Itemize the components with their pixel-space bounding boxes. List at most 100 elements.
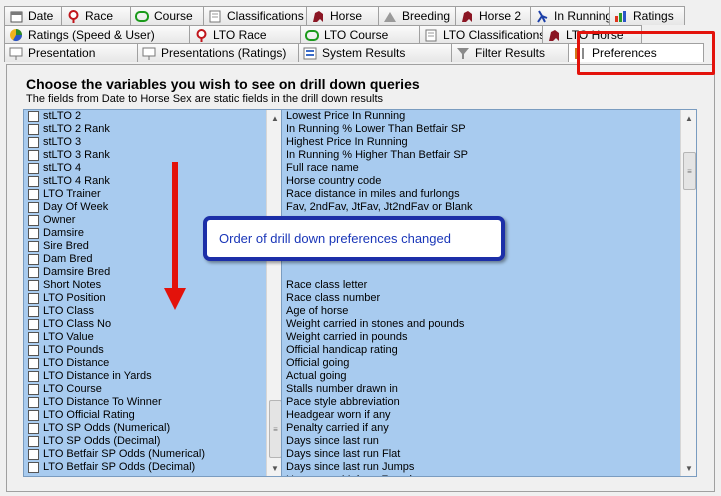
list-item[interactable]: LTO Class No: [24, 318, 282, 331]
scroll-down-icon[interactable]: ▼: [681, 460, 696, 476]
checkbox[interactable]: [28, 462, 39, 473]
tab-presentation[interactable]: Presentation: [4, 43, 138, 62]
checkbox[interactable]: [28, 111, 39, 122]
list-item[interactable]: LTO SP Odds (Numerical): [24, 422, 282, 435]
list-item[interactable]: stLTO 2: [24, 110, 282, 123]
tab-lto-classifications[interactable]: LTO Classifications: [419, 25, 543, 44]
list-item[interactable]: LTO Value: [24, 331, 282, 344]
checkbox[interactable]: [28, 319, 39, 330]
checkbox[interactable]: [28, 449, 39, 460]
list-item[interactable]: LTO Position: [24, 292, 282, 305]
tab-filter-results[interactable]: Filter Results: [451, 43, 569, 62]
left-scrollbar[interactable]: ▲ ≡ ▼: [266, 110, 282, 476]
tab-in-running[interactable]: In Running: [530, 6, 610, 25]
checkbox[interactable]: [28, 436, 39, 447]
list-item[interactable]: In Running % Higher Than Betfair SP: [282, 149, 696, 162]
scroll-up-icon[interactable]: ▲: [681, 110, 696, 126]
list-item[interactable]: stLTO 3: [24, 136, 282, 149]
list-item[interactable]: Actual going: [282, 370, 696, 383]
list-item[interactable]: Lowest Price In Running: [282, 110, 696, 123]
tab-date[interactable]: Date: [4, 6, 62, 25]
checkbox[interactable]: [28, 124, 39, 135]
list-item[interactable]: Fav, 2ndFav, JtFav, Jt2ndFav or Blank: [282, 201, 696, 214]
list-item[interactable]: Damsire Bred: [24, 266, 282, 279]
tab-lto-course[interactable]: LTO Course: [300, 25, 420, 44]
tab-horse[interactable]: Horse: [306, 6, 379, 25]
list-item[interactable]: Race class number: [282, 292, 696, 305]
list-item[interactable]: LTO Class: [24, 305, 282, 318]
list-item[interactable]: LTO SP Odds (Decimal): [24, 435, 282, 448]
list-item[interactable]: Highest Price In Running: [282, 136, 696, 149]
list-item[interactable]: LTO Betfair SP Odds (Numerical): [24, 448, 282, 461]
list-item[interactable]: stLTO 4 Rank: [24, 175, 282, 188]
list-item[interactable]: Penalty carried if any: [282, 422, 696, 435]
tab-presentations-ratings[interactable]: Presentations (Ratings): [137, 43, 299, 62]
checkbox[interactable]: [28, 384, 39, 395]
tab-preferences[interactable]: Preferences: [568, 43, 704, 62]
list-item[interactable]: LTO Betfair SP Odds (Decimal): [24, 461, 282, 474]
checkbox[interactable]: [28, 332, 39, 343]
checkbox[interactable]: [28, 423, 39, 434]
checkbox[interactable]: [28, 176, 39, 187]
checkbox[interactable]: [28, 137, 39, 148]
list-item[interactable]: Days since last run: [282, 435, 696, 448]
list-item[interactable]: Short Notes: [24, 279, 282, 292]
tab-race[interactable]: Race: [61, 6, 131, 25]
list-item[interactable]: Headgear worn if any: [282, 409, 696, 422]
list-item[interactable]: stLTO 2 Rank: [24, 123, 282, 136]
list-item[interactable]: LTO Distance To Winner: [24, 396, 282, 409]
list-item[interactable]: stLTO 4: [24, 162, 282, 175]
list-item[interactable]: Days since last run Flat: [282, 448, 696, 461]
checkbox[interactable]: [28, 163, 39, 174]
checkbox[interactable]: [28, 371, 39, 382]
checkbox[interactable]: [28, 254, 39, 265]
checkbox[interactable]: [28, 358, 39, 369]
list-item[interactable]: LTO Distance: [24, 357, 282, 370]
list-item[interactable]: Age of horse: [282, 305, 696, 318]
tab-lto-race[interactable]: LTO Race: [189, 25, 301, 44]
tab-lto-horse[interactable]: LTO Horse: [542, 25, 642, 44]
list-item[interactable]: LTO Trainer: [24, 188, 282, 201]
tab-ratings[interactable]: Ratings: [609, 6, 685, 25]
list-item[interactable]: stLTO 3 Rank: [24, 149, 282, 162]
list-item[interactable]: Pace style abbreviation: [282, 396, 696, 409]
list-item[interactable]: Horse sex, Male or Female: [282, 474, 696, 476]
list-item[interactable]: In Running % Lower Than Betfair SP: [282, 123, 696, 136]
checkbox[interactable]: [28, 280, 39, 291]
list-item[interactable]: Stalls number drawn in: [282, 383, 696, 396]
right-scrollbar[interactable]: ▲ ≡ ▼: [680, 110, 696, 476]
list-item[interactable]: [282, 266, 696, 279]
checkbox[interactable]: [28, 410, 39, 421]
list-item[interactable]: Race class letter: [282, 279, 696, 292]
list-item[interactable]: Weight carried in pounds: [282, 331, 696, 344]
checkbox[interactable]: [28, 241, 39, 252]
checkbox[interactable]: [28, 267, 39, 278]
tab-course[interactable]: Course: [130, 6, 204, 25]
checkbox[interactable]: [28, 150, 39, 161]
checkbox[interactable]: [28, 397, 39, 408]
list-item[interactable]: Day Of Week: [24, 201, 282, 214]
list-item[interactable]: Horse country code: [282, 175, 696, 188]
list-item[interactable]: Days since last run Jumps: [282, 461, 696, 474]
list-item[interactable]: LTO Distance in Yards: [24, 370, 282, 383]
checkbox[interactable]: [28, 306, 39, 317]
descriptions-list[interactable]: Lowest Price In Running In Running % Lowe…: [281, 109, 697, 477]
tab-classifications[interactable]: Classifications: [203, 6, 307, 25]
list-item[interactable]: LTO Pounds: [24, 344, 282, 357]
checkbox[interactable]: [28, 189, 39, 200]
list-item[interactable]: Official going: [282, 357, 696, 370]
scroll-thumb[interactable]: ≡: [683, 152, 696, 190]
checkbox[interactable]: [28, 228, 39, 239]
tab-system-results[interactable]: System Results: [298, 43, 452, 62]
tab-breeding[interactable]: Breeding: [378, 6, 456, 25]
checkbox[interactable]: [28, 345, 39, 356]
checkbox[interactable]: [28, 215, 39, 226]
checkbox[interactable]: [28, 293, 39, 304]
checkbox[interactable]: [28, 202, 39, 213]
list-item[interactable]: Race distance in miles and furlongs: [282, 188, 696, 201]
tab-ratings-speed-user[interactable]: Ratings (Speed & User): [4, 25, 190, 44]
list-item[interactable]: Official handicap rating: [282, 344, 696, 357]
list-item[interactable]: Full race name: [282, 162, 696, 175]
tab-horse-2[interactable]: Horse 2: [455, 6, 531, 25]
list-item[interactable]: LTO Official Rating: [24, 409, 282, 422]
